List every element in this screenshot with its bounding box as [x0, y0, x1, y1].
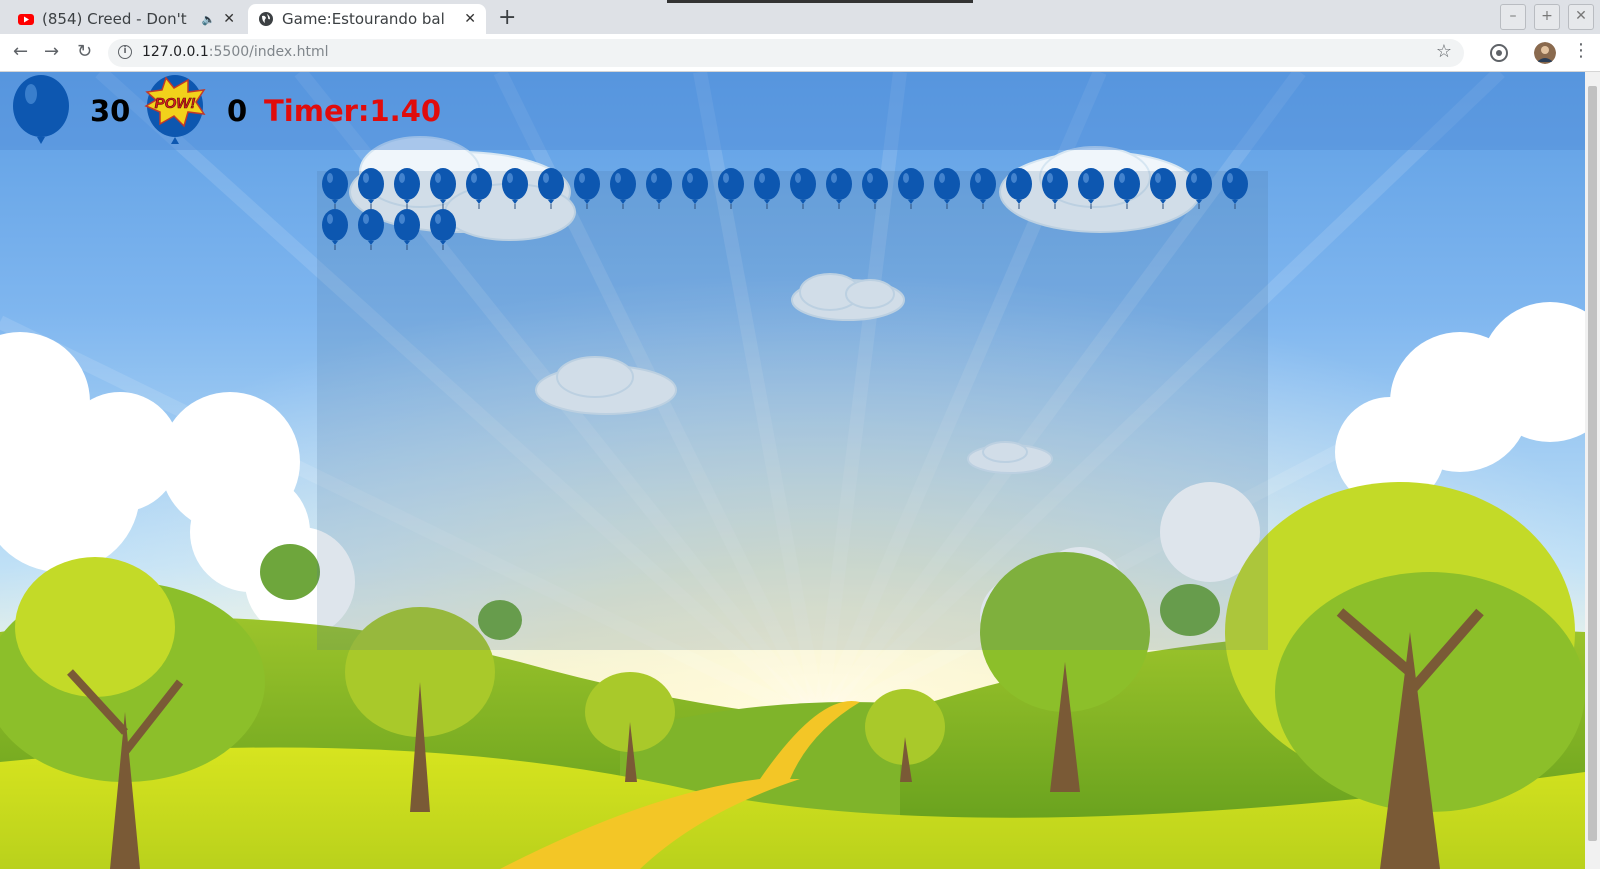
speaker-muted-icon[interactable]: 🔈 — [202, 13, 216, 26]
balloon[interactable] — [320, 168, 350, 210]
balloon[interactable] — [1220, 168, 1250, 210]
timer-display: Timer:1.40 — [264, 94, 442, 128]
game-page: 30 POW! 0 Timer:1.40 — [0, 72, 1585, 869]
site-info-icon[interactable]: i — [118, 45, 132, 59]
address-bar[interactable]: i 127.0.0.1:5500/index.html ☆ — [108, 39, 1464, 67]
balloon-counter-icon — [13, 75, 69, 144]
balloon[interactable] — [320, 209, 350, 251]
bookmark-star-icon[interactable]: ☆ — [1436, 41, 1452, 62]
vertical-scrollbar[interactable] — [1585, 72, 1600, 869]
reload-icon[interactable]: ↻ — [77, 41, 92, 62]
balloon[interactable] — [428, 209, 458, 251]
balloon[interactable] — [716, 168, 746, 210]
balloon[interactable] — [824, 168, 854, 210]
youtube-icon — [18, 14, 34, 25]
new-tab-button[interactable]: + — [498, 5, 516, 30]
balloon[interactable] — [536, 168, 566, 210]
tab-strip: (854) Creed - Don't 🔈 ✕ Game:Estourando … — [0, 0, 1600, 34]
minimize-button[interactable]: – — [1500, 4, 1526, 30]
close-tab-icon[interactable]: ✕ — [223, 11, 235, 27]
browser-toolbar: ← → ↻ i 127.0.0.1:5500/index.html ☆ ⋮ — [0, 34, 1600, 72]
hud-bar: 30 POW! 0 Timer:1.40 — [0, 72, 1585, 150]
close-tab-icon[interactable]: ✕ — [464, 11, 476, 27]
balloon[interactable] — [500, 168, 530, 210]
balloon[interactable] — [392, 168, 422, 210]
window-drag-indicator — [667, 0, 973, 3]
balloon[interactable] — [968, 168, 998, 210]
url-text[interactable]: 127.0.0.1:5500/index.html — [142, 44, 329, 60]
balloon-field — [0, 72, 1585, 869]
balloon[interactable] — [1184, 168, 1214, 210]
balloon[interactable] — [464, 168, 494, 210]
balloon[interactable] — [1112, 168, 1142, 210]
balloon[interactable] — [932, 168, 962, 210]
pow-label: POW! — [155, 95, 196, 112]
tab-game[interactable]: Game:Estourando bal ✕ — [248, 4, 486, 34]
balloon[interactable] — [644, 168, 674, 210]
globe-icon — [259, 12, 273, 26]
balloon[interactable] — [608, 168, 638, 210]
tab-title: (854) Creed - Don't — [42, 10, 187, 28]
balloon[interactable] — [680, 168, 710, 210]
tab-title: Game:Estourando bal — [282, 10, 445, 28]
balloon[interactable] — [356, 209, 386, 251]
balloon[interactable] — [392, 209, 422, 251]
balloon[interactable] — [1148, 168, 1178, 210]
tab-youtube[interactable]: (854) Creed - Don't 🔈 ✕ — [8, 4, 245, 34]
close-window-button[interactable]: ✕ — [1568, 4, 1594, 30]
balloon[interactable] — [1004, 168, 1034, 210]
scrollbar-thumb[interactable] — [1588, 86, 1597, 841]
balloon[interactable] — [1076, 168, 1106, 210]
popped-count: 0 — [227, 94, 248, 128]
balloons-remaining-count: 30 — [90, 94, 131, 128]
popped-balloon-icon: POW! — [144, 75, 206, 144]
balloon[interactable] — [428, 168, 458, 210]
back-icon[interactable]: ← — [13, 41, 28, 62]
balloon[interactable] — [752, 168, 782, 210]
maximize-button[interactable]: + — [1534, 4, 1560, 30]
balloon[interactable] — [356, 168, 386, 210]
extension-icon[interactable] — [1488, 42, 1510, 64]
balloon[interactable] — [860, 168, 890, 210]
forward-icon[interactable]: → — [44, 41, 59, 62]
balloon[interactable] — [1040, 168, 1070, 210]
menu-icon[interactable]: ⋮ — [1572, 40, 1590, 61]
avatar[interactable] — [1534, 42, 1556, 64]
balloon[interactable] — [572, 168, 602, 210]
balloon[interactable] — [896, 168, 926, 210]
balloon[interactable] — [788, 168, 818, 210]
